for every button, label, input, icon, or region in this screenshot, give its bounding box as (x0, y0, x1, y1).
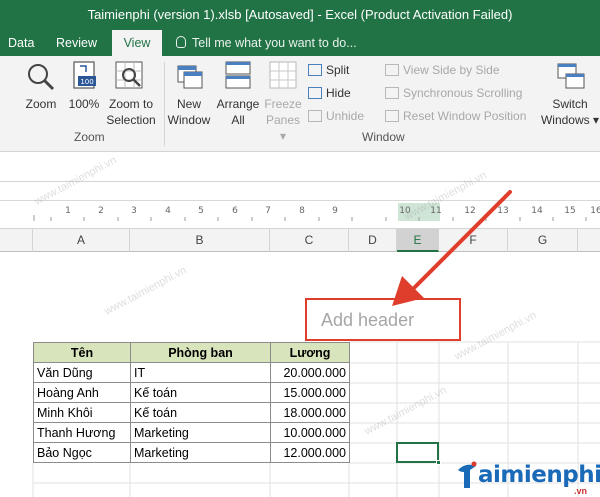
logo-text: aimienphi (478, 462, 600, 488)
annotation-arrow-icon (392, 190, 512, 306)
taimienphi-logo-mark-icon (458, 461, 477, 488)
logo-suffix: .vn (574, 486, 588, 496)
taimienphi-logo: aimienphi .vn (454, 456, 600, 497)
